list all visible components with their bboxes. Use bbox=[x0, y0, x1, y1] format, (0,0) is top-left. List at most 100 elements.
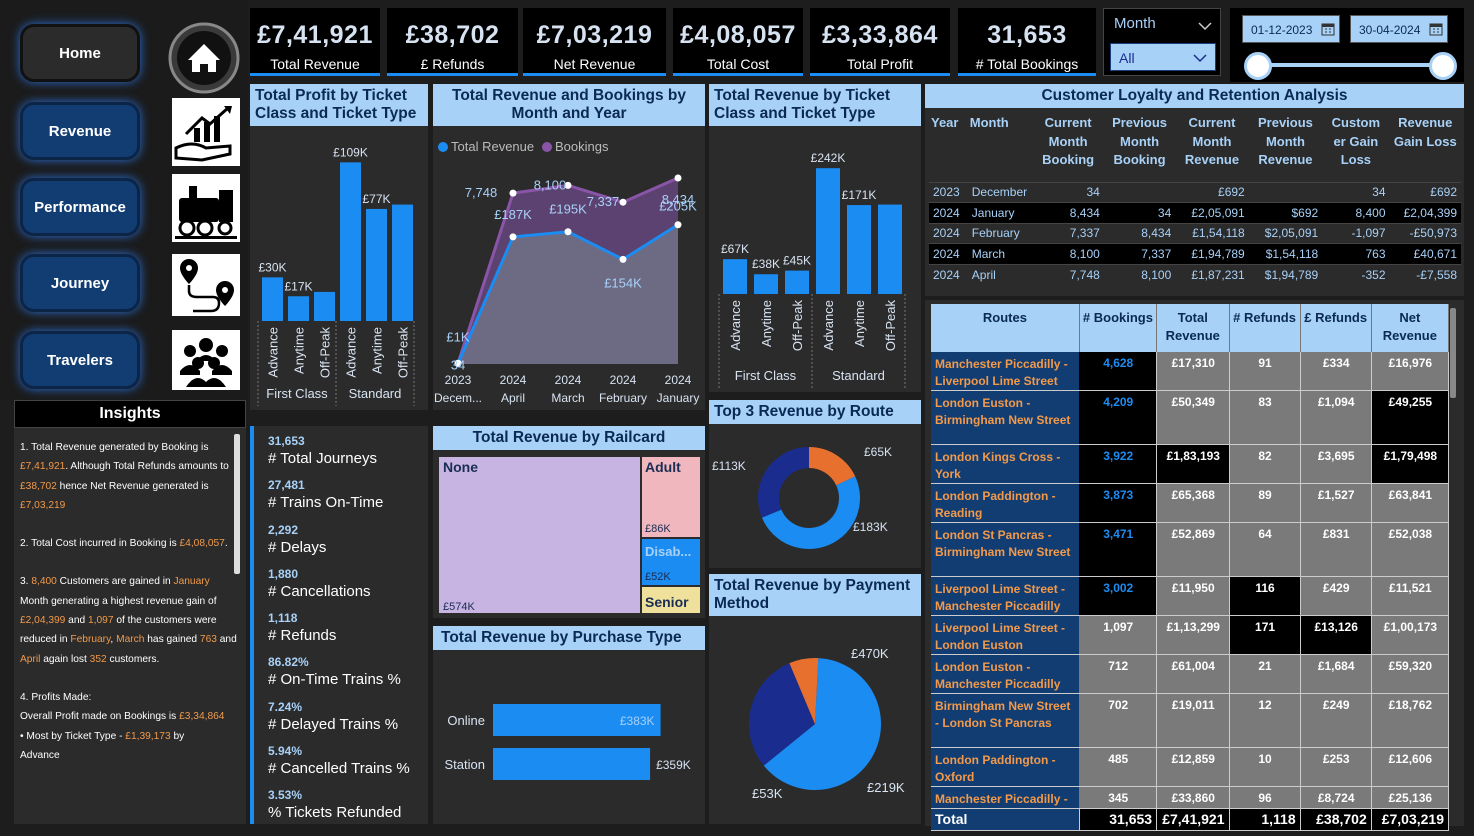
column-header[interactable]: Previous Month Booking bbox=[1104, 114, 1175, 182]
legend-marker bbox=[542, 142, 552, 152]
calendar-icon[interactable] bbox=[1429, 22, 1443, 36]
chart-title: Total Profit by Ticket Class and Ticket … bbox=[250, 84, 428, 126]
column-header[interactable]: Custom er Gain Loss bbox=[1322, 114, 1389, 182]
table-row[interactable]: 2024 January 8,434 34 £2,05,091 $692 8,400 £2,0… bbox=[929, 202, 1461, 223]
table-row[interactable]: London Kings Cross - York 3,922 £1,83,193 8… bbox=[931, 444, 1450, 484]
table-row[interactable]: 2024 February 7,337 8,434 £1,54,118 $2,05,091… bbox=[929, 222, 1461, 244]
table-cell: 702 bbox=[1079, 693, 1158, 748]
month-select[interactable]: All bbox=[1110, 43, 1216, 71]
calendar-icon[interactable] bbox=[1321, 22, 1335, 36]
insights-panel: Insights 1. Total Revenue generated by B… bbox=[14, 400, 246, 824]
home-icon[interactable] bbox=[168, 22, 240, 94]
table-row[interactable]: Liverpool Lime Street - London Euston 1,0… bbox=[931, 615, 1450, 655]
table-row[interactable]: Birmingham New Street - London St Pancra… bbox=[931, 693, 1450, 748]
table-cell: £50,349 bbox=[1156, 390, 1230, 445]
chart-title: Total Revenue by Railcard bbox=[433, 426, 705, 450]
table-row[interactable]: London Paddington - Reading 3,873 £65,368 8… bbox=[931, 483, 1450, 523]
top3-routes-donut-chart: £183K £113K £65K bbox=[712, 445, 892, 549]
bookings-data-label: 34 bbox=[451, 357, 465, 372]
column-header[interactable]: Routes bbox=[931, 304, 1080, 352]
chart-title: Total Revenue by Purchase Type bbox=[433, 626, 705, 650]
route-name-cell: London St Pancras - Birmingham New Stree… bbox=[931, 522, 1080, 577]
bar bbox=[288, 296, 309, 321]
table-cell: £52,869 bbox=[1156, 522, 1230, 577]
column-header[interactable]: # Bookings bbox=[1079, 304, 1158, 352]
column-header[interactable]: Total Revenue bbox=[1156, 304, 1230, 352]
total-cell: £7,03,219 bbox=[1371, 808, 1450, 831]
bar bbox=[340, 162, 361, 321]
table-cell: 8,100 bbox=[1032, 243, 1104, 264]
bar-data-label: £45K bbox=[783, 254, 811, 268]
routes-scrollbar[interactable] bbox=[1450, 308, 1456, 398]
column-header[interactable]: £ Refunds bbox=[1300, 304, 1372, 352]
column-header[interactable]: Year bbox=[929, 114, 968, 182]
column-header[interactable]: Revenue Gain Loss bbox=[1390, 114, 1461, 182]
x-tick-label: Anytime bbox=[759, 300, 774, 347]
group-label: First Class bbox=[735, 368, 797, 383]
x-tick-label: Advance bbox=[821, 300, 836, 351]
table-row[interactable]: 2023 December 34 £692 34 £692 bbox=[929, 181, 1461, 203]
table-row[interactable]: 2024 April 7,748 8,100 £1,87,231 $1,94,789 -35… bbox=[929, 263, 1461, 285]
table-cell bbox=[1103, 181, 1176, 203]
x-tick-label: 2024 April bbox=[500, 373, 527, 405]
chevron-down-icon[interactable] bbox=[1198, 21, 1212, 31]
date-slider-start-handle[interactable] bbox=[1244, 52, 1272, 80]
route-map-icon[interactable] bbox=[172, 254, 240, 316]
nav-performance-button[interactable]: Performance bbox=[20, 178, 140, 236]
column-header[interactable]: Previous Month Revenue bbox=[1249, 114, 1322, 182]
bar bbox=[847, 205, 871, 294]
loyalty-panel: Customer Loyalty and Retention Analysis … bbox=[925, 84, 1464, 296]
table-row[interactable]: Manchester Piccadilly - Liverpool Lime S… bbox=[931, 352, 1450, 391]
table-row[interactable]: London Euston - Manchester Piccadilly 712… bbox=[931, 654, 1450, 694]
table-row[interactable]: London Euston - Birmingham New Street 4,2… bbox=[931, 390, 1450, 445]
table-row[interactable]: 2024 March 8,100 7,337 £1,94,789 $1,54,118 763… bbox=[929, 243, 1461, 264]
date-slider-end-handle[interactable] bbox=[1429, 52, 1457, 80]
x-tick-label: 2023 Decem... bbox=[434, 373, 482, 405]
table-cell: 485 bbox=[1079, 747, 1158, 787]
column-header[interactable]: Current Month Booking bbox=[1032, 114, 1103, 182]
stat-item: 2,292 # Delays bbox=[268, 523, 428, 567]
table-cell: 91 bbox=[1229, 352, 1301, 391]
table-cell: £16,976 bbox=[1371, 352, 1450, 391]
route-name-cell: Liverpool Lime Street - Manchester Picca… bbox=[931, 576, 1080, 616]
insights-scrollbar[interactable] bbox=[234, 434, 240, 574]
column-header[interactable]: Month bbox=[968, 114, 1033, 182]
revenue-point bbox=[674, 221, 682, 229]
train-icon[interactable] bbox=[172, 174, 240, 242]
nav-revenue-button[interactable]: Revenue bbox=[20, 102, 140, 160]
stat-value: 27,481 bbox=[268, 478, 305, 493]
date-to-input[interactable]: 30-04-2024 bbox=[1350, 15, 1448, 43]
slice-label: £113K bbox=[712, 459, 746, 473]
revenue-bookings-panel: Total Revenue and Bookings by Month and … bbox=[433, 84, 705, 410]
people-group-icon[interactable] bbox=[172, 330, 240, 390]
table-cell: 116 bbox=[1229, 576, 1301, 616]
stat-value: 2,292 bbox=[268, 522, 299, 537]
x-tick-label: Anytime bbox=[852, 300, 867, 347]
nav-home-button[interactable]: Home bbox=[20, 24, 140, 82]
table-cell: £1,79,498 bbox=[1371, 444, 1450, 484]
nav-travelers-button[interactable]: Travelers bbox=[20, 331, 140, 389]
total-cell: £38,702 bbox=[1300, 808, 1372, 831]
table-row[interactable]: London St Pancras - Birmingham New Stree… bbox=[931, 522, 1450, 577]
table-cell: £1,54,118 bbox=[1175, 222, 1249, 244]
table-cell: £1,83,193 bbox=[1156, 444, 1230, 484]
revenue-point bbox=[509, 233, 517, 241]
insights-title: Insights bbox=[14, 400, 246, 428]
x-tick-label: 2024 February bbox=[599, 373, 647, 405]
column-header[interactable]: Net Revenue bbox=[1371, 304, 1450, 352]
total-cell: £7,41,921 bbox=[1156, 808, 1230, 831]
revenue-data-label: £154K bbox=[604, 275, 642, 290]
nav-journey-button[interactable]: Journey bbox=[20, 254, 140, 312]
group-label: Standard bbox=[832, 368, 885, 383]
stat-value: 7.24% bbox=[268, 699, 303, 714]
date-from-input[interactable]: 01-12-2023 bbox=[1242, 15, 1340, 43]
table-row[interactable]: Manchester Piccadilly -345 £33,860 96 £8,72… bbox=[931, 786, 1450, 809]
revenue-growth-icon[interactable] bbox=[172, 98, 240, 166]
payment-method-panel: Total Revenue by Payment Method £470K £21… bbox=[709, 574, 921, 824]
column-header[interactable]: # Refunds bbox=[1229, 304, 1301, 352]
treemap-label: None bbox=[443, 459, 478, 475]
table-row[interactable]: Liverpool Lime Street - Manchester Picca… bbox=[931, 576, 1450, 616]
table-row[interactable]: London Paddington - Oxford 485 £12,859 10 £2… bbox=[931, 747, 1450, 787]
table-cell: 8,400 bbox=[1322, 202, 1390, 223]
column-header[interactable]: Current Month Revenue bbox=[1175, 114, 1248, 182]
